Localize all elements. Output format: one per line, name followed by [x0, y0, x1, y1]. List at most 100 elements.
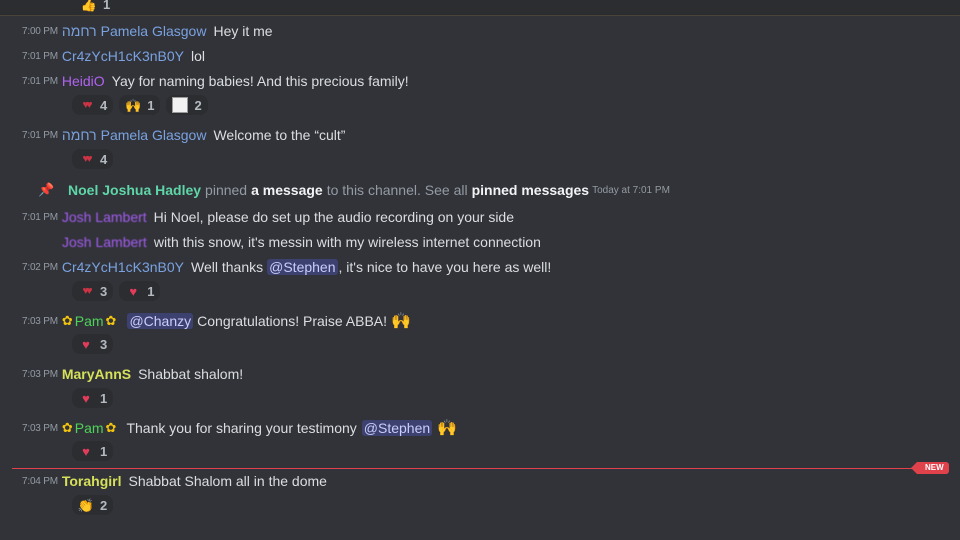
user-mention[interactable]: @Stephen — [361, 420, 433, 436]
reaction-count: 1 — [147, 283, 155, 299]
sunflower-icon: ✿ — [105, 420, 117, 435]
raised-hands-icon: 🙌 — [437, 420, 458, 437]
reaction-heart[interactable]: ♥ 1 — [72, 388, 114, 408]
reaction-list: ♥♥ 3 ♥ 1 — [72, 281, 161, 303]
message-text: Welcome to the “cult” — [213, 127, 346, 143]
pinned-messages-link[interactable]: pinned messages — [472, 182, 590, 198]
timestamp: 7:00 PM — [22, 25, 58, 37]
message-text: Thank you for sharing your testimony — [126, 420, 357, 436]
timestamp: 7:03 PM — [22, 315, 58, 327]
message-text: Shabbat Shalom all in the dome — [128, 473, 327, 489]
message-row: 7:04 PM Torahgirl Shabbat Shalom all in … — [22, 470, 960, 492]
reaction-heart[interactable]: ♥ 1 — [119, 281, 161, 301]
author-name[interactable]: Pamela Glasgow — [101, 23, 207, 39]
timestamp: 7:01 PM — [22, 50, 58, 62]
author-prefix: רחמה — [61, 23, 97, 39]
heart-icon: ♥ — [129, 283, 138, 299]
message-text: Yay for naming babies! And this precious… — [111, 73, 409, 89]
author-name[interactable]: Pam — [75, 420, 104, 436]
message-list: 7:00 PM רחמה Pamela Glasgow Hey it me 7:… — [0, 0, 960, 540]
heart-icon: ♥ — [82, 443, 90, 459]
message-row: 7:02 PM Cr4zYcH1cK3nB0Y Well thanks @Ste… — [22, 256, 960, 278]
author-name[interactable]: HeidiO — [62, 73, 105, 89]
reaction-list: ♥ 3 — [72, 334, 114, 356]
user-mention[interactable]: @Chanzy — [127, 313, 194, 329]
reaction-count: 4 — [100, 97, 108, 113]
hearts-icon: ♥♥ — [82, 284, 92, 297]
timestamp: Today at 7:01 PM — [592, 184, 670, 196]
message-row: 7:01 PM Cr4zYcH1cK3nB0Y lol — [22, 45, 960, 67]
author-name[interactable]: Cr4zYcH1cK3nB0Y — [62, 48, 184, 64]
author-name[interactable]: Josh Lambert — [62, 234, 147, 250]
reaction-list: ♥ 1 — [72, 388, 114, 410]
message-text: , it's nice to have you here as well! — [338, 259, 552, 275]
message-text: Shabbat shalom! — [138, 366, 244, 382]
reaction-count: 3 — [100, 283, 108, 299]
sunflower-icon: ✿ — [61, 313, 73, 328]
reaction-raised-hands[interactable]: 🙌 1 — [119, 95, 161, 115]
message-row: Josh Lambert with this snow, it's messin… — [62, 231, 960, 253]
author-name[interactable]: Josh Lambert — [62, 209, 147, 225]
reaction-count: 1 — [147, 97, 155, 113]
reaction-count: 4 — [100, 151, 108, 167]
pin-text: to this channel. See all — [326, 182, 468, 198]
reaction-hearts[interactable]: ♥♥ 4 — [72, 149, 114, 169]
timestamp: 7:03 PM — [22, 422, 58, 434]
author-name[interactable]: Noel Joshua Hadley — [68, 182, 201, 198]
message-row: 7:01 PM HeidiO Yay for naming babies! An… — [22, 70, 960, 92]
message-row: 7:03 PM MaryAnnS Shabbat shalom! — [22, 363, 960, 385]
heart-icon: ♥ — [82, 390, 90, 406]
author-name[interactable]: Cr4zYcH1cK3nB0Y — [62, 259, 184, 275]
reaction-list: 👏 2 — [72, 495, 114, 517]
raised-hands-icon: 🙌 — [391, 313, 411, 330]
timestamp: 7:01 PM — [22, 129, 58, 141]
sunflower-icon: ✿ — [105, 313, 117, 328]
message-text: lol — [191, 48, 206, 64]
reaction-hearts[interactable]: ♥♥ 3 — [72, 281, 114, 301]
reaction-heart[interactable]: ♥ 3 — [72, 334, 114, 354]
reaction-count: 1 — [100, 443, 108, 459]
reaction-image-emoji[interactable]: 2 — [166, 95, 208, 115]
timestamp: 7:03 PM — [22, 368, 58, 380]
message-text: with this snow, it's messin with my wire… — [153, 234, 541, 250]
heart-icon: ♥ — [82, 336, 90, 352]
sunflower-icon: ✿ — [61, 420, 73, 435]
reaction-count: 2 — [194, 97, 202, 113]
message-row: 7:03 PM ✿ Pam ✿ Thank you for sharing yo… — [22, 417, 960, 439]
user-mention[interactable]: @Stephen — [267, 259, 338, 275]
reaction-heart[interactable]: ♥ 1 — [72, 441, 114, 461]
reaction-clap[interactable]: 👏 2 — [72, 495, 114, 515]
message-row: 7:01 PM Josh Lambert Hi Noel, please do … — [22, 206, 960, 228]
timestamp: 7:04 PM — [22, 475, 58, 487]
timestamp: 7:02 PM — [22, 261, 58, 273]
message-row: 7:01 PM רחמה Pamela Glasgow Welcome to t… — [22, 124, 960, 146]
reaction-hearts[interactable]: ♥♥ 4 — [72, 95, 114, 115]
system-pin-notice: 📌 Noel Joshua Hadley pinned a message to… — [0, 179, 960, 201]
raised-hands-icon: 🙌 — [125, 97, 142, 113]
author-name[interactable]: Pamela Glasgow — [101, 127, 207, 143]
clapping-hands-icon: 👏 — [77, 497, 95, 513]
reaction-count: 1 — [100, 390, 108, 406]
author-name[interactable]: Torahgirl — [62, 473, 122, 489]
timestamp: 7:01 PM — [22, 211, 58, 223]
hearts-icon: ♥♥ — [82, 152, 92, 165]
author-name[interactable]: MaryAnnS — [62, 366, 131, 382]
pinned-message-link[interactable]: a message — [251, 182, 323, 198]
message-row: 7:03 PM ✿ Pam ✿ @Chanzy Congratulations!… — [22, 310, 960, 332]
author-name[interactable]: Pam — [75, 313, 104, 329]
reaction-list: ♥♥ 4 🙌 1 2 — [72, 95, 208, 117]
image-emoji-icon — [172, 97, 189, 113]
pin-text: pinned — [205, 182, 248, 198]
hearts-icon: ♥♥ — [82, 98, 92, 111]
message-text: Well thanks — [191, 259, 264, 275]
message-text: Hi Noel, please do set up the audio reco… — [153, 209, 515, 225]
new-messages-divider — [12, 468, 947, 469]
message-row: 7:00 PM רחמה Pamela Glasgow Hey it me — [22, 20, 960, 42]
message-text: Hey it me — [213, 23, 273, 39]
reaction-count: 3 — [100, 336, 108, 352]
reaction-count: 2 — [100, 497, 108, 513]
reaction-list: ♥♥ 4 — [72, 149, 114, 171]
timestamp: 7:01 PM — [22, 75, 58, 87]
reaction-list: ♥ 1 — [72, 441, 114, 463]
pin-icon: 📌 — [38, 182, 55, 197]
